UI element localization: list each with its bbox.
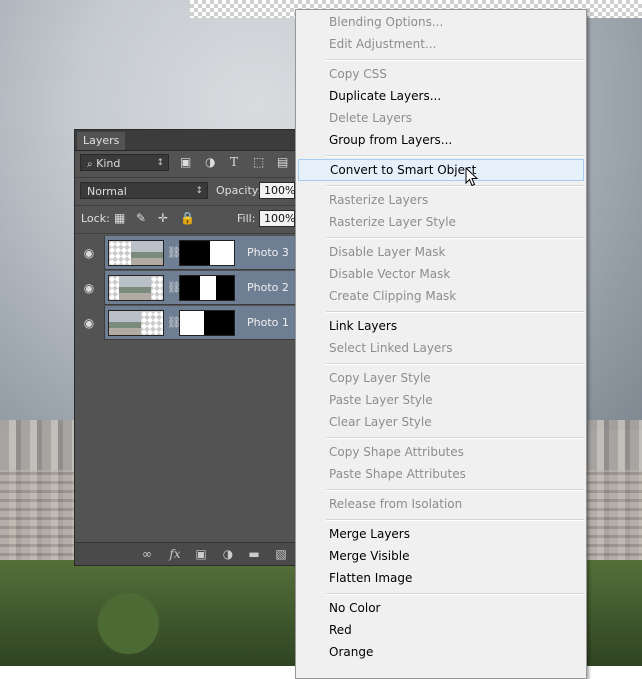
menu-item-copy-css[interactable]: Copy CSS (296, 63, 586, 85)
transparency-pattern (151, 276, 163, 300)
menu-separator (326, 489, 584, 491)
menu-item-release-from-isolation[interactable]: Release from Isolation (296, 493, 586, 515)
menu-item-copy-layer-style[interactable]: Copy Layer Style (296, 367, 586, 389)
menu-separator (326, 155, 584, 157)
menu-item-duplicate-layers[interactable]: Duplicate Layers... (296, 85, 586, 107)
layer-row-photo-2[interactable]: ◉ ⛓ Photo 2 (75, 271, 297, 305)
menu-separator (326, 237, 584, 239)
chevron-updown-icon: ↕ (156, 158, 164, 168)
lock-transparent-icon[interactable]: ▦ (114, 210, 125, 227)
adjustment-filter-icon[interactable]: ◑ (205, 154, 215, 171)
link-chain-icon[interactable]: ⛓ (167, 316, 181, 330)
layer-name: Photo 1 (247, 316, 289, 329)
tab-layers[interactable]: Layers (77, 132, 126, 150)
mask-icon[interactable]: ▣ (193, 546, 209, 562)
eye-icon[interactable]: ◉ (81, 315, 97, 331)
transparency-pattern (109, 241, 131, 265)
menu-item-create-clipping-mask[interactable]: Create Clipping Mask (296, 285, 586, 307)
menu-separator (326, 59, 584, 61)
lock-brush-icon[interactable]: ✎ (136, 210, 146, 227)
menu-item-select-linked-layers[interactable]: Select Linked Layers (296, 337, 586, 359)
menu-item-paste-shape-attributes[interactable]: Paste Shape Attributes (296, 463, 586, 485)
menu-item-disable-vector-mask[interactable]: Disable Vector Mask (296, 263, 586, 285)
menu-item-flatten-image[interactable]: Flatten Image (296, 567, 586, 589)
mask-white-area (210, 241, 234, 265)
layer-mask-thumbnail[interactable] (179, 240, 235, 266)
menu-item-disable-layer-mask[interactable]: Disable Layer Mask (296, 241, 586, 263)
fill-input[interactable]: 100% (259, 210, 295, 227)
menu-separator (326, 363, 584, 365)
layer-thumbnail (108, 240, 164, 266)
layer-thumbnail (108, 275, 164, 301)
blend-mode-label: Normal (87, 185, 127, 198)
fill-label: Fill: (237, 212, 256, 225)
lock-move-icon[interactable]: ✛ (158, 210, 168, 227)
transparency-pattern (109, 276, 119, 300)
menu-separator (326, 311, 584, 313)
menu-item-copy-shape-attributes[interactable]: Copy Shape Attributes (296, 441, 586, 463)
divider (75, 233, 297, 234)
layer-thumbnail (108, 310, 164, 336)
search-icon: ⌕ (87, 159, 93, 170)
lock-all-icon[interactable]: 🔒 (180, 210, 195, 227)
menu-item-link-layers[interactable]: Link Layers (296, 315, 586, 337)
eye-icon[interactable]: ◉ (81, 245, 97, 261)
divider (75, 177, 297, 178)
menu-item-edit-adjustment[interactable]: Edit Adjustment... (296, 33, 586, 55)
layers-panel: Layers ⌕ Kind ↕ ▣ ◑ T ⬚ ▤ Normal ↕ Opaci… (74, 129, 297, 566)
transparency-pattern (141, 311, 163, 335)
menu-separator (326, 185, 584, 187)
menu-item-merge-visible[interactable]: Merge Visible (296, 545, 586, 567)
new-layer-icon[interactable]: ▧ (273, 546, 289, 562)
adjustment-icon[interactable]: ◑ (220, 546, 236, 562)
panel-tab-bar: Layers (75, 130, 295, 151)
menu-item-merge-layers[interactable]: Merge Layers (296, 523, 586, 545)
menu-separator (326, 437, 584, 439)
type-filter-icon[interactable]: T (230, 154, 238, 171)
fx-icon[interactable]: fx (167, 546, 183, 562)
layer-context-menu: Blending Options... Edit Adjustment... C… (295, 9, 587, 679)
shape-filter-icon[interactable]: ⬚ (253, 154, 264, 171)
layer-mask-thumbnail[interactable] (179, 310, 235, 336)
mask-white-area (180, 311, 204, 335)
image-filter-icon[interactable]: ▣ (180, 154, 191, 171)
layer-name: Photo 2 (247, 281, 289, 294)
filter-kind-label: Kind (96, 157, 121, 170)
menu-item-clear-layer-style[interactable]: Clear Layer Style (296, 411, 586, 433)
link-chain-icon[interactable]: ⛓ (167, 246, 181, 260)
opacity-label: Opacity: (216, 184, 262, 197)
layer-row-photo-1[interactable]: ◉ ⛓ Photo 1 (75, 306, 297, 340)
menu-separator (326, 519, 584, 521)
menu-separator (326, 593, 584, 595)
menu-item-no-color[interactable]: No Color (296, 597, 586, 619)
menu-item-convert-to-smart-object[interactable]: Convert to Smart Object (298, 159, 584, 181)
panel-footer: ∞ fx ▣ ◑ ▬ ▧ (75, 542, 295, 565)
link-chain-icon[interactable]: ⛓ (167, 281, 181, 295)
menu-item-blending-options[interactable]: Blending Options... (296, 11, 586, 33)
layer-name: Photo 3 (247, 246, 289, 259)
layer-row-photo-3[interactable]: ◉ ⛓ Photo 3 (75, 236, 297, 270)
mask-white-area (200, 276, 216, 300)
divider (75, 205, 297, 206)
smart-object-filter-icon[interactable]: ▤ (277, 154, 288, 171)
menu-item-delete-layers[interactable]: Delete Layers (296, 107, 586, 129)
menu-item-group-from-layers[interactable]: Group from Layers... (296, 129, 586, 151)
layer-mask-thumbnail[interactable] (179, 275, 235, 301)
menu-item-orange[interactable]: Orange (296, 641, 586, 663)
opacity-input[interactable]: 100% (259, 182, 295, 199)
blend-mode-dropdown[interactable]: Normal ↕ (80, 182, 208, 199)
mouse-cursor-icon (465, 167, 479, 187)
lock-label: Lock: (81, 212, 110, 225)
menu-item-red[interactable]: Red (296, 619, 586, 641)
folder-icon[interactable]: ▬ (246, 546, 262, 562)
menu-item-paste-layer-style[interactable]: Paste Layer Style (296, 389, 586, 411)
eye-icon[interactable]: ◉ (81, 280, 97, 296)
menu-item-rasterize-layers[interactable]: Rasterize Layers (296, 189, 586, 211)
link-icon[interactable]: ∞ (139, 546, 155, 562)
chevron-updown-icon: ↕ (195, 186, 203, 196)
filter-kind-dropdown[interactable]: ⌕ Kind ↕ (80, 154, 169, 171)
menu-item-rasterize-layer-style[interactable]: Rasterize Layer Style (296, 211, 586, 233)
